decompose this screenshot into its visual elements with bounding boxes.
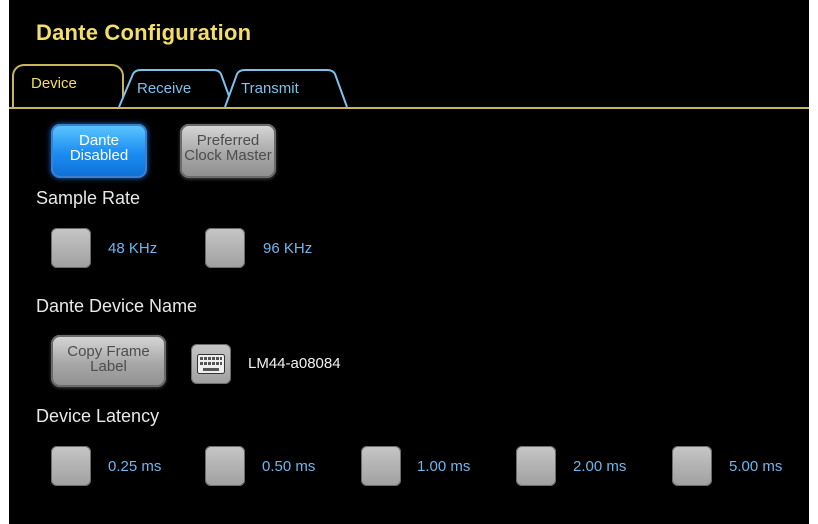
tab-bar: Device Receive Transmit — [9, 64, 809, 109]
tab-transmit[interactable]: Transmit — [219, 64, 349, 108]
latency-050-label: 0.50 ms — [262, 458, 316, 475]
latency-050-checkbox[interactable] — [205, 446, 245, 486]
copy-frame-label-button[interactable]: Copy Frame Label — [51, 335, 166, 387]
dante-button-line2: Disabled — [69, 147, 129, 164]
tab-transmit-label: Transmit — [241, 80, 299, 97]
latency-200-checkbox[interactable] — [516, 446, 556, 486]
tab-device[interactable]: Device — [12, 64, 125, 108]
latency-500-checkbox[interactable] — [672, 446, 712, 486]
keyboard-button[interactable] — [191, 344, 231, 384]
preferred-clock-master-button[interactable]: Preferred Clock Master — [180, 124, 276, 178]
tab-device-label: Device — [31, 75, 77, 92]
device-name-heading: Dante Device Name — [36, 296, 198, 316]
dante-config-panel: Dante Configuration Device Receive Trans… — [0, 0, 818, 524]
sample-rate-48-checkbox[interactable] — [51, 228, 91, 268]
page-title: Dante Configuration — [36, 20, 252, 45]
clock-button-line2: Clock Master — [184, 147, 272, 164]
device-latency-heading: Device Latency — [36, 406, 160, 426]
sample-rate-48-label: 48 KHz — [108, 240, 158, 257]
tab-receive-label: Receive — [137, 80, 192, 97]
latency-025-checkbox[interactable] — [51, 446, 91, 486]
copy-button-line2: Label — [90, 358, 127, 375]
sample-rate-96-label: 96 KHz — [263, 240, 313, 257]
latency-100-label: 1.00 ms — [417, 458, 471, 475]
sample-rate-96-checkbox[interactable] — [205, 228, 245, 268]
dante-disabled-button[interactable]: Dante Disabled — [51, 124, 147, 178]
latency-200-label: 2.00 ms — [573, 458, 627, 475]
latency-500-label: 5.00 ms — [729, 458, 783, 475]
device-name-value: LM44-a08084 — [248, 355, 341, 372]
sample-rate-heading: Sample Rate — [36, 188, 141, 208]
latency-100-checkbox[interactable] — [361, 446, 401, 486]
latency-025-label: 0.25 ms — [108, 458, 162, 475]
keyboard-icon — [197, 354, 225, 374]
tab-receive[interactable]: Receive — [117, 64, 235, 108]
